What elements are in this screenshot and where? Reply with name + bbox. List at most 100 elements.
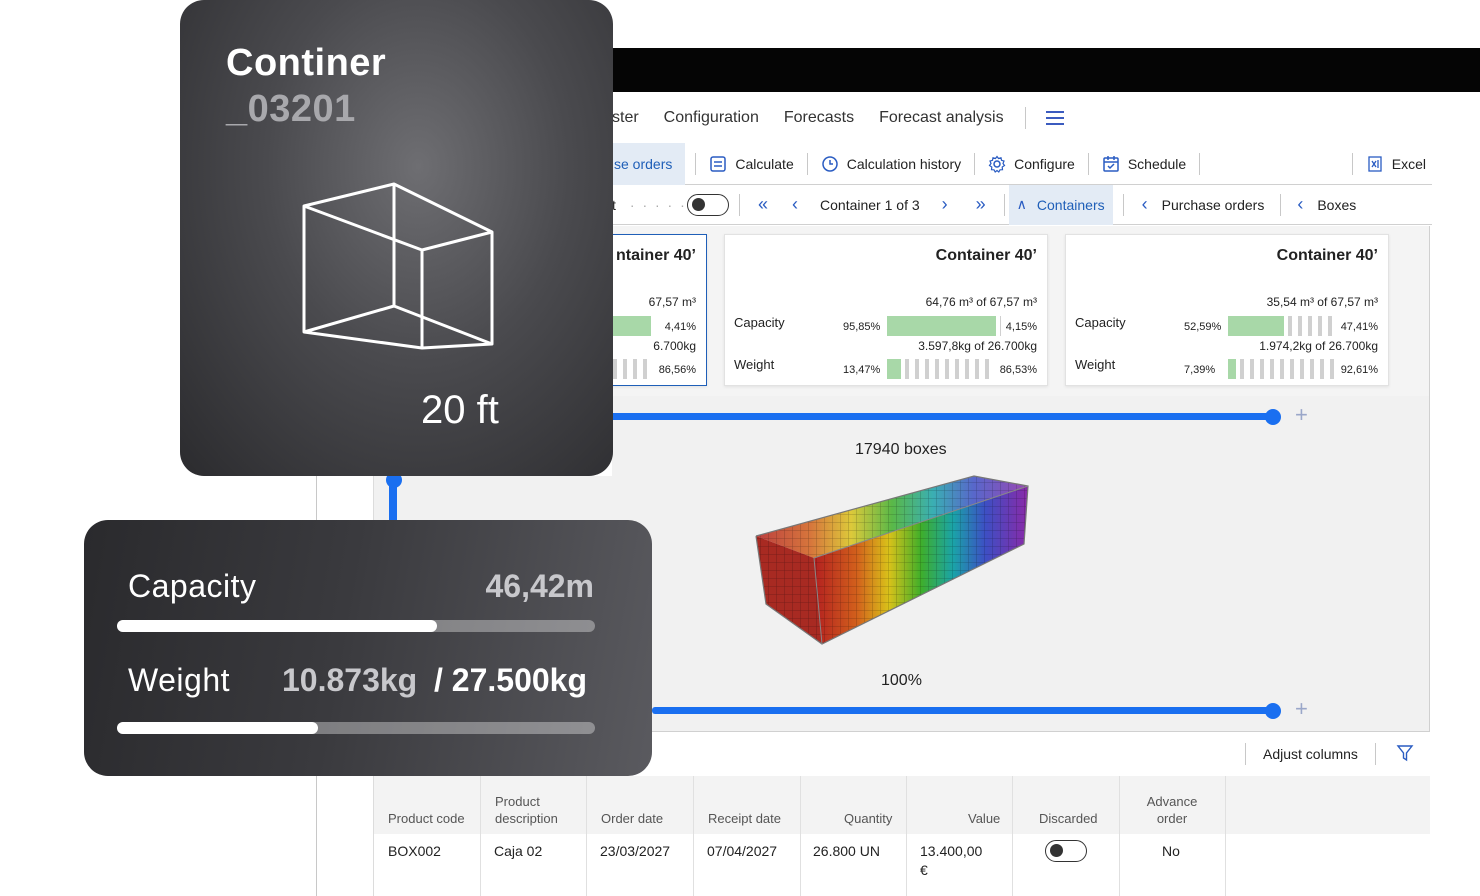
first-container-icon[interactable]: « (758, 185, 768, 225)
capacity-used-pct: 95,85% (843, 321, 881, 333)
capacity-free-pct: 47,41% (1340, 321, 1378, 333)
container-code: _03201 (226, 88, 356, 130)
menu-item-master[interactable]: ster (612, 109, 639, 127)
column-header-value[interactable]: Value (968, 810, 1000, 827)
menu-item-forecast-analysis[interactable]: Forecast analysis (879, 109, 1004, 127)
cell-order-date: 23/03/2027 (600, 843, 671, 859)
schedule-button[interactable]: Schedule (1089, 143, 1199, 185)
nav-separator (739, 193, 740, 216)
column-header-product-description[interactable]: Product description (495, 793, 575, 827)
table-tools: Adjust columns (1245, 740, 1414, 768)
tab-purchase-orders-label: se orders (614, 155, 673, 172)
container-card-title: Container 40’ (935, 247, 1037, 264)
nav-left-text: t · · · · · (612, 185, 687, 225)
weight-bar (887, 359, 993, 379)
capacity-value: 67,57 m³ (648, 295, 696, 309)
configure-button[interactable]: Configure (975, 143, 1088, 185)
capacity-progress-bar (117, 620, 595, 632)
gear-icon (988, 155, 1006, 173)
capacity-label: Capacity (1075, 315, 1126, 330)
boxes-count-label: 17940 boxes (855, 441, 947, 458)
column-divider (586, 776, 587, 896)
bottom-slider-plus-icon[interactable]: + (1295, 696, 1308, 722)
container-card-title: Container 40’ (1276, 247, 1378, 264)
top-slider-track[interactable] (602, 413, 1270, 420)
capacity-bar (1228, 316, 1334, 336)
capacity-used-pct: 52,59% (1184, 321, 1222, 333)
column-header-receipt-date[interactable]: Receipt date (708, 810, 781, 827)
container-size: 20 ft (421, 388, 499, 432)
last-container-icon[interactable]: » (976, 185, 986, 225)
capacity-bar (887, 316, 1001, 336)
column-header-advance-order[interactable]: Advance order (1142, 793, 1202, 827)
weight-value: 3.597,8kg of 26.700kg (918, 339, 1037, 353)
column-header-quantity[interactable]: Quantity (844, 810, 892, 827)
fill-percent-label: 100% (881, 672, 922, 689)
tab-boxes[interactable]: ‹ Boxes (1297, 185, 1356, 225)
container-3d-viewer: + 17940 boxes 100% + (602, 396, 1430, 732)
column-divider (1225, 776, 1226, 896)
column-divider (800, 776, 801, 896)
tab-containers[interactable]: ∧ Containers (1008, 184, 1113, 225)
container-card-3[interactable]: Container 40’ Capacity 35,54 m³ of 67,57… (1065, 234, 1389, 386)
excel-label: Excel (1391, 155, 1426, 172)
tab-purchase-orders[interactable]: se orders (612, 142, 686, 185)
weight-bar (1228, 359, 1334, 379)
weight-used-pct: 7,39% (1184, 364, 1216, 376)
column-divider (480, 776, 481, 896)
column-header-discarded[interactable]: Discarded (1039, 810, 1098, 827)
tools-separator (1374, 743, 1376, 765)
clock-icon (821, 155, 839, 173)
container-card-title: Continer (226, 42, 387, 84)
weight-free-pct: 92,61% (1340, 364, 1378, 376)
menu-item-forecasts[interactable]: Forecasts (784, 109, 854, 127)
capacity-value: 64,76 m³ of 67,57 m³ (925, 295, 1037, 309)
menu-item-configuration[interactable]: Configuration (664, 109, 759, 127)
container-3d-render[interactable] (752, 474, 1032, 650)
discarded-toggle[interactable] (1045, 840, 1087, 862)
tools-separator (1245, 743, 1246, 765)
column-header-product-code[interactable]: Product code (388, 810, 465, 827)
cell-value: 13.400,00 (920, 843, 983, 859)
capacity-weight-card: Capacity 46,42m Weight 10.873kg / 27.500… (84, 520, 652, 776)
capacity-value: 46,42m (485, 568, 594, 604)
tab-purchase-orders-nav[interactable]: ‹ Purchase orders (1142, 185, 1265, 225)
container-cards-area: ntainer 40’ 67,57 m³ 4,41% 6.700kg 86,56… (602, 226, 1430, 396)
container-card-1[interactable]: ntainer 40’ 67,57 m³ 4,41% 6.700kg 86,56… (602, 234, 707, 386)
purchase-orders-label: Purchase orders (1161, 196, 1265, 213)
container-card-title: ntainer 40’ (615, 247, 696, 264)
excel-icon (1366, 155, 1384, 173)
weight-total: / 27.500kg (434, 662, 587, 698)
view-toggle[interactable] (687, 193, 729, 216)
weight-label: Weight (734, 357, 775, 372)
filter-icon[interactable] (1396, 744, 1414, 765)
calculator-icon (709, 155, 727, 173)
capacity-value: 35,54 m³ of 67,57 m³ (1266, 295, 1378, 309)
container-card-2[interactable]: Container 40’ Capacity 64,76 m³ of 67,57… (724, 234, 1048, 386)
calculation-history-button[interactable]: Calculation history (808, 143, 974, 185)
chevron-left-icon: ‹ (1141, 194, 1148, 214)
bottom-slider-knob[interactable] (1265, 703, 1281, 719)
nav-separator (1003, 193, 1005, 216)
capacity-label: Capacity (734, 315, 785, 330)
adjust-columns-button[interactable]: Adjust columns (1263, 746, 1358, 762)
weight-free-pct: 86,56% (658, 364, 696, 376)
next-container-icon[interactable]: › (942, 185, 948, 225)
previous-container-icon[interactable]: ‹ (792, 185, 798, 225)
bottom-slider-track[interactable] (652, 707, 1270, 714)
cube-icon (302, 182, 494, 350)
calculate-button[interactable]: Calculate (696, 143, 806, 185)
nav-separator (1280, 193, 1282, 216)
column-header-order-date[interactable]: Order date (601, 810, 663, 827)
hamburger-menu-icon[interactable] (1045, 111, 1064, 125)
excel-button[interactable]: Excel (1353, 143, 1432, 185)
weight-label: Weight (128, 662, 231, 698)
main-menu: ster Configuration Forecasts Forecast an… (612, 103, 1089, 133)
configure-label: Configure (1014, 155, 1075, 172)
column-divider (693, 776, 694, 896)
cell-quantity: 26.800 UN (813, 843, 880, 859)
table-row[interactable]: BOX002 Caja 02 23/03/2027 07/04/2027 26.… (374, 834, 1430, 886)
top-slider-plus-icon[interactable]: + (1295, 402, 1308, 428)
container-counter: Container 1 of 3 (820, 196, 920, 213)
top-slider-knob[interactable] (1265, 409, 1281, 425)
